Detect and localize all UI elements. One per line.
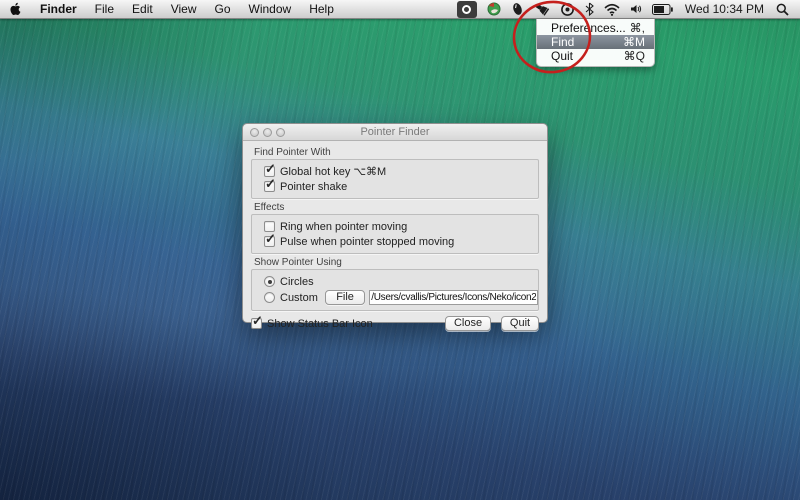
window-content: Find Pointer With ✓ Global hot key ⌥⌘M ✓… xyxy=(243,141,547,331)
checkbox-pulse-when-stopped[interactable]: ✓ Pulse when pointer stopped moving xyxy=(264,234,538,249)
menu-file[interactable]: File xyxy=(86,0,123,18)
menu-go[interactable]: Go xyxy=(206,0,240,18)
checkbox-label: Pulse when pointer stopped moving xyxy=(280,236,454,248)
checkmark-icon: ✓ xyxy=(265,176,276,192)
battery-icon xyxy=(652,4,673,15)
spotlight-search-icon xyxy=(776,3,789,16)
globe-icon xyxy=(487,2,501,16)
iris-icon xyxy=(560,2,575,17)
menu-item-label: Find xyxy=(551,35,574,49)
checkbox-label: Pointer shake xyxy=(280,181,347,193)
group-effects: Ring when pointer moving ✓ Pulse when po… xyxy=(251,214,539,254)
checkmark-icon: ✓ xyxy=(265,231,276,247)
flashlight-status-item[interactable] xyxy=(531,0,553,18)
checkbox-label: Ring when pointer moving xyxy=(280,221,407,233)
radio-label: Circles xyxy=(280,276,314,288)
pointer-finder-status-item[interactable] xyxy=(454,0,480,18)
pointer-finder-status-icon xyxy=(457,1,477,18)
window-titlebar[interactable]: Pointer Finder xyxy=(243,124,547,141)
file-button[interactable]: File xyxy=(325,290,365,305)
checkbox-box: ✓ xyxy=(251,318,262,329)
status-item-menu: Preferences... ⌘, Find ⌘M Quit ⌘Q xyxy=(536,19,655,67)
checkbox-pointer-shake[interactable]: ✓ Pointer shake xyxy=(264,179,538,194)
checkbox-box: ✓ xyxy=(264,181,275,192)
menu-bar-clock[interactable]: Wed 10:34 PM xyxy=(680,2,769,16)
section-label-show-pointer-using: Show Pointer Using xyxy=(254,257,539,268)
menu-window[interactable]: Window xyxy=(240,0,301,18)
menu-edit[interactable]: Edit xyxy=(123,0,162,18)
group-find-pointer-with: ✓ Global hot key ⌥⌘M ✓ Pointer shake xyxy=(251,159,539,199)
radio-button xyxy=(264,276,275,287)
iris-status-item[interactable] xyxy=(557,0,578,18)
menu-item-shortcut: ⌘, xyxy=(630,21,645,35)
radio-label[interactable]: Custom xyxy=(280,292,318,304)
menu-item-preferences[interactable]: Preferences... ⌘, xyxy=(537,21,654,35)
pointer-finder-window: Pointer Finder Find Pointer With ✓ Globa… xyxy=(242,123,548,323)
menu-bar-status-area: Wed 10:34 PM xyxy=(454,0,800,18)
menu-view[interactable]: View xyxy=(162,0,206,18)
checkbox-show-status-bar-icon[interactable]: ✓ Show Status Bar Icon xyxy=(251,316,373,331)
wifi-icon xyxy=(604,3,620,16)
menu-help[interactable]: Help xyxy=(300,0,343,18)
menu-item-quit[interactable]: Quit ⌘Q xyxy=(537,49,654,63)
mouse-status-item[interactable] xyxy=(508,0,527,18)
checkmark-icon: ✓ xyxy=(265,161,276,177)
apple-menu[interactable] xyxy=(0,0,31,18)
menu-item-shortcut: ⌘M xyxy=(623,35,645,49)
checkbox-label: Show Status Bar Icon xyxy=(267,318,373,330)
radio-custom[interactable] xyxy=(264,292,275,303)
wifi-status-item[interactable] xyxy=(601,0,623,18)
volume-status-item[interactable] xyxy=(627,0,645,18)
volume-icon xyxy=(630,3,642,15)
globe-status-item[interactable] xyxy=(484,0,504,18)
close-button[interactable]: Close xyxy=(445,316,491,331)
window-bottom-row: ✓ Show Status Bar Icon Close Quit xyxy=(251,316,539,331)
group-show-pointer-using: Circles Custom File xyxy=(251,269,539,311)
apple-icon xyxy=(9,2,22,16)
checkbox-ring-when-moving[interactable]: Ring when pointer moving xyxy=(264,219,538,234)
spotlight-status-item[interactable] xyxy=(773,0,792,18)
flashlight-icon xyxy=(534,2,550,16)
action-buttons: Close Quit xyxy=(445,316,539,331)
checkbox-label: Global hot key ⌥⌘M xyxy=(280,165,386,178)
bluetooth-icon xyxy=(585,2,594,16)
menu-item-shortcut: ⌘Q xyxy=(624,49,645,63)
checkbox-global-hot-key[interactable]: ✓ Global hot key ⌥⌘M xyxy=(264,164,538,179)
custom-pointer-row: Custom File xyxy=(264,289,538,306)
menu-item-label: Quit xyxy=(551,49,573,63)
checkmark-icon: ✓ xyxy=(252,313,263,329)
menu-finder[interactable]: Finder xyxy=(31,0,86,18)
radio-dot xyxy=(268,280,272,284)
menu-item-find[interactable]: Find ⌘M xyxy=(537,35,654,49)
radio-circles[interactable]: Circles xyxy=(264,274,538,289)
window-title: Pointer Finder xyxy=(243,126,547,138)
menu-bar: Finder File Edit View Go Window Help xyxy=(0,0,800,19)
menu-item-label: Preferences... xyxy=(551,21,626,35)
quit-button[interactable]: Quit xyxy=(501,316,539,331)
section-label-effects: Effects xyxy=(254,202,539,213)
mouse-icon xyxy=(511,2,524,16)
menu-bar-left: Finder File Edit View Go Window Help xyxy=(0,0,343,18)
checkbox-box: ✓ xyxy=(264,236,275,247)
bluetooth-status-item[interactable] xyxy=(582,0,597,18)
section-label-find-pointer-with: Find Pointer With xyxy=(254,147,539,158)
battery-status-item[interactable] xyxy=(649,0,676,18)
path-input[interactable] xyxy=(369,290,538,305)
